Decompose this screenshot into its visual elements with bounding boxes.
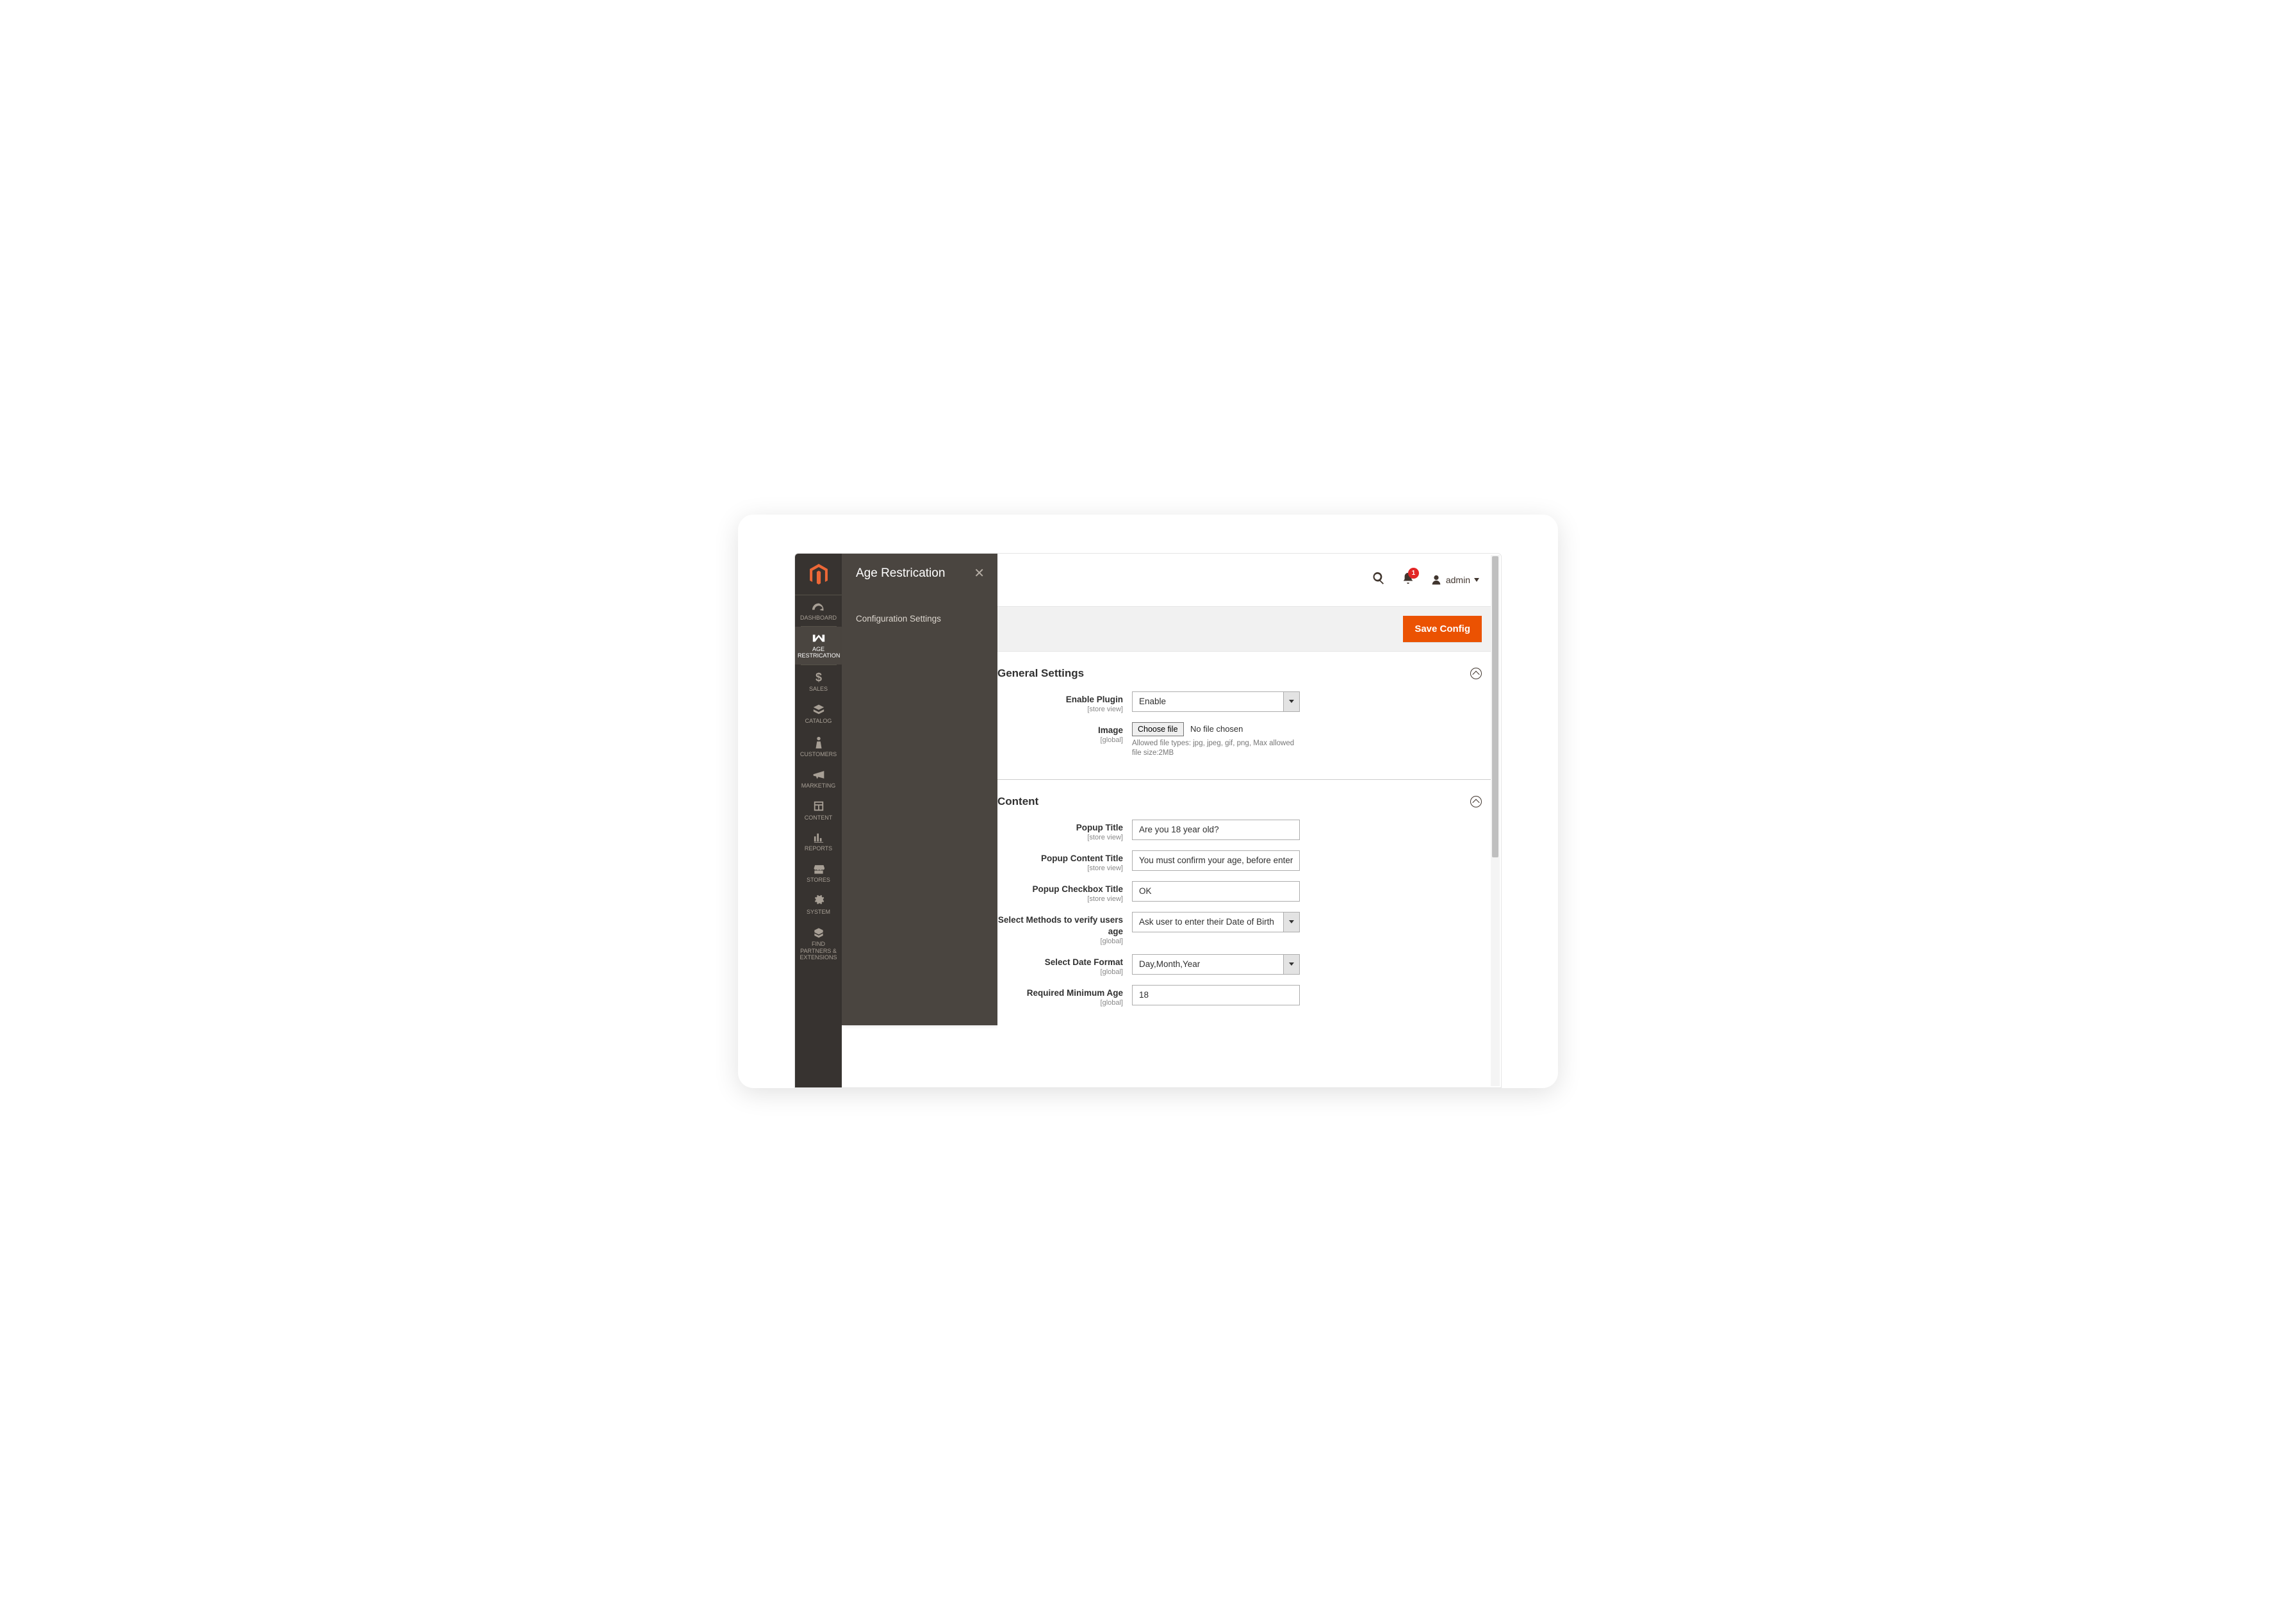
section-header-content[interactable]: Content <box>997 780 1491 820</box>
collapse-icon <box>1470 796 1482 807</box>
nav-marketing[interactable]: Marketing <box>795 763 842 794</box>
magento-logo[interactable] <box>795 554 842 595</box>
submenu-item-config[interactable]: Configuration Settings <box>842 588 997 630</box>
main-content: 1 admin Save Config General Settings <box>997 554 1501 1087</box>
popup-checkbox-title-input[interactable] <box>1132 881 1300 902</box>
field-scope: [store view] <box>997 706 1123 713</box>
nav-label: Stores <box>807 877 830 883</box>
notifications-icon[interactable]: 1 <box>1402 572 1414 588</box>
nav-label: Find Partners & Extensions <box>800 941 837 961</box>
field-label: Select Date Format <box>1045 957 1123 967</box>
nav-label: System <box>807 909 830 915</box>
date-format-select[interactable]: Day,Month,Year <box>1132 954 1300 975</box>
chevron-down-icon <box>1283 954 1300 975</box>
nav-label: Sales <box>809 686 828 692</box>
popup-title-input[interactable] <box>1132 820 1300 840</box>
nav-label: Reports <box>805 845 832 852</box>
field-label: Select Methods to verify users age <box>998 915 1123 936</box>
popup-content-title-input[interactable] <box>1132 850 1300 871</box>
field-label: Popup Content Title <box>1041 854 1123 863</box>
search-icon[interactable] <box>1372 571 1386 588</box>
field-image: Image [global] Choose file No file chose… <box>997 722 1491 759</box>
submenu-panel: Age Restrication ✕ Configuration Setting… <box>842 554 997 1025</box>
notification-badge: 1 <box>1408 568 1419 579</box>
nav-content[interactable]: Content <box>795 794 842 826</box>
field-popup-title: Popup Title [store view] <box>997 820 1491 841</box>
nav-label: Marketing <box>801 782 836 789</box>
scrollbar-thumb[interactable] <box>1492 556 1498 857</box>
svg-text:$: $ <box>815 672 821 683</box>
nav-customers[interactable]: Customers <box>795 729 842 763</box>
field-popup-content-title: Popup Content Title [store view] <box>997 850 1491 872</box>
select-value: Enable <box>1132 691 1300 712</box>
field-label: Popup Title <box>1076 823 1123 832</box>
close-icon[interactable]: ✕ <box>974 567 985 580</box>
section-title: Content <box>997 795 1038 808</box>
save-config-button[interactable]: Save Config <box>1403 616 1482 642</box>
section-content: Content Popup Title [store view] <box>997 780 1491 1027</box>
field-scope: [global] <box>997 736 1123 744</box>
section-title: General Settings <box>997 667 1084 680</box>
user-menu[interactable]: admin <box>1431 574 1479 586</box>
nav-age-restriction[interactable]: Age Restrication <box>795 627 842 665</box>
topbar: 1 admin <box>997 554 1491 606</box>
field-min-age: Required Minimum Age [global] <box>997 985 1491 1007</box>
submenu-header: Age Restrication ✕ <box>842 554 997 588</box>
chevron-down-icon <box>1283 691 1300 712</box>
field-popup-checkbox-title: Popup Checkbox Title [store view] <box>997 881 1491 903</box>
nav-reports[interactable]: Reports <box>795 826 842 857</box>
chevron-down-icon <box>1283 912 1300 932</box>
min-age-input[interactable] <box>1132 985 1300 1005</box>
config-body: General Settings Enable Plugin [store vi… <box>997 652 1491 1040</box>
nav-stores[interactable]: Stores <box>795 857 842 888</box>
enable-plugin-select[interactable]: Enable <box>1132 691 1300 712</box>
action-bar: Save Config <box>997 606 1491 652</box>
field-scope: [global] <box>997 999 1123 1007</box>
field-scope: [store view] <box>997 834 1123 841</box>
field-scope: [global] <box>997 968 1123 976</box>
nav-label: Catalog <box>805 718 832 724</box>
nav-dashboard[interactable]: Dashboard <box>795 595 842 626</box>
field-hint: Allowed file types: jpg, jpeg, gif, png,… <box>1132 739 1300 759</box>
field-label: Popup Checkbox Title <box>1032 884 1123 894</box>
verify-method-select[interactable]: Ask user to enter their Date of Birth <box>1132 912 1300 932</box>
choose-file-button[interactable]: Choose file <box>1132 722 1184 736</box>
user-icon <box>1431 574 1442 586</box>
nav-label: Content <box>805 814 833 821</box>
browser-frame: Dashboard Age Restrication $ Sales Catal… <box>794 553 1502 1088</box>
field-verify-method: Select Methods to verify users age [glob… <box>997 912 1491 945</box>
field-date-format: Select Date Format [global] Day,Month,Ye… <box>997 954 1491 976</box>
nav-partners[interactable]: Find Partners & Extensions <box>795 920 842 966</box>
field-scope: [global] <box>997 937 1123 945</box>
user-name: admin <box>1446 575 1470 585</box>
nav-label: Customers <box>800 751 837 757</box>
select-value: Day,Month,Year <box>1132 954 1300 975</box>
submenu-title: Age Restrication <box>856 566 945 581</box>
nav-label: Age Restrication <box>798 646 840 659</box>
collapse-icon <box>1470 668 1482 679</box>
nav-sales[interactable]: $ Sales <box>795 665 842 697</box>
section-header-general[interactable]: General Settings <box>997 652 1491 691</box>
scrollbar[interactable] <box>1491 555 1500 1086</box>
field-enable-plugin: Enable Plugin [store view] Enable <box>997 691 1491 713</box>
select-value: Ask user to enter their Date of Birth <box>1132 912 1300 932</box>
chevron-down-icon <box>1474 578 1479 582</box>
file-status: No file chosen <box>1190 724 1243 734</box>
nav-system[interactable]: System <box>795 888 842 920</box>
nav-catalog[interactable]: Catalog <box>795 697 842 729</box>
field-label: Enable Plugin <box>1066 695 1123 704</box>
field-scope: [store view] <box>997 895 1123 903</box>
main-sidebar: Dashboard Age Restrication $ Sales Catal… <box>795 554 842 1087</box>
field-scope: [store view] <box>997 864 1123 872</box>
section-general: General Settings Enable Plugin [store vi… <box>997 652 1491 780</box>
field-label: Required Minimum Age <box>1027 988 1123 998</box>
app-window: Dashboard Age Restrication $ Sales Catal… <box>738 515 1558 1088</box>
nav-label: Dashboard <box>800 615 837 621</box>
field-label: Image <box>1098 725 1123 735</box>
